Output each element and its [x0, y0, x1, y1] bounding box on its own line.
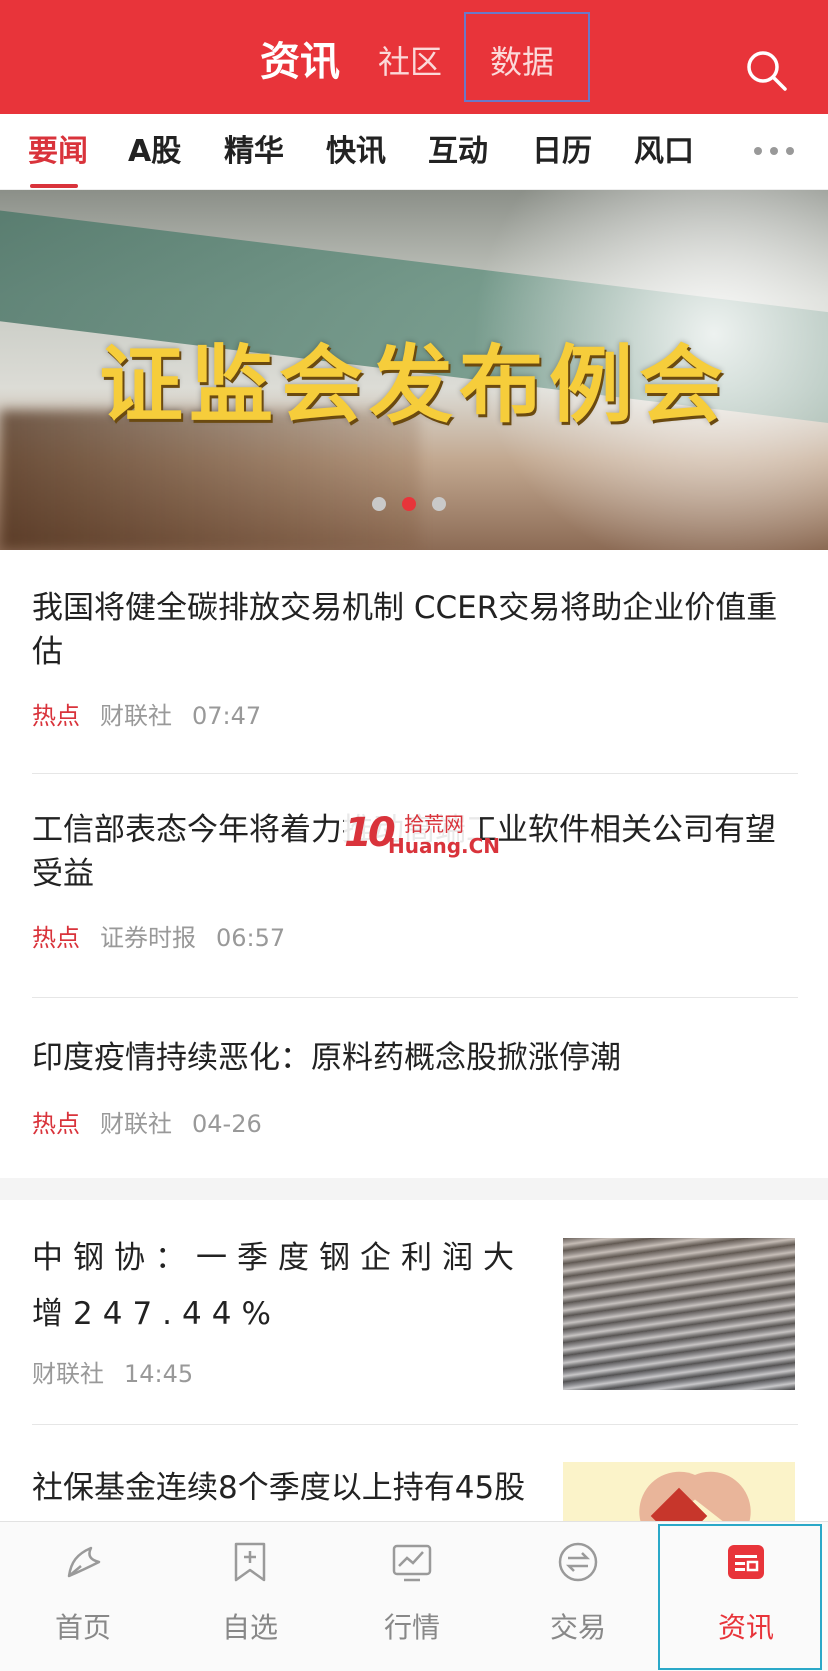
carousel-indicators: [372, 496, 462, 512]
category-tabs: 要闻 A股 精华 快讯 互动 日历 风口: [0, 114, 828, 190]
divider: [32, 997, 798, 998]
watermark-logo: 10 拾荒网 Huang.CN: [344, 808, 500, 860]
nav-trade[interactable]: 交易: [508, 1522, 648, 1671]
news-item-with-image[interactable]: 中钢协：一季度钢企利润大增247.44% 财联社 14:45: [32, 1230, 532, 1388]
nav-label: 自选: [221, 1611, 278, 1644]
category-tab-a-shares[interactable]: A股: [128, 114, 181, 190]
chart-icon: [392, 1544, 432, 1582]
hot-tag: 热点: [32, 924, 80, 952]
category-tab-featured[interactable]: 精华: [224, 114, 284, 190]
nav-home[interactable]: 首页: [13, 1522, 153, 1671]
news-title: 我国将健全碳排放交易机制 CCER交易将助企业价值重估: [32, 590, 778, 670]
nav-news-highlight: [658, 1524, 822, 1670]
news-title: 中钢协：一季度钢企利润大增247.44%: [32, 1240, 524, 1332]
header-tabs: 资讯 社区 数据: [0, 0, 828, 114]
category-tab-calendar[interactable]: 日历: [532, 114, 592, 190]
news-time: 14:45: [124, 1360, 194, 1388]
thumbnail-tint: [563, 1238, 795, 1390]
news-item[interactable]: 我国将健全碳排放交易机制 CCER交易将助企业价值重估 热点 财联社 07:47: [32, 586, 798, 730]
news-meta: 热点 财联社 07:47: [32, 696, 261, 731]
news-meta: 热点 财联社 04-26: [32, 1104, 262, 1139]
carousel-dot[interactable]: [372, 497, 386, 511]
news-source: 财联社: [100, 702, 172, 730]
news-source: 财联社: [32, 1360, 104, 1388]
carousel-dot[interactable]: [432, 497, 446, 511]
exchange-icon: [558, 1542, 598, 1582]
bookmark-plus-icon: [234, 1542, 266, 1582]
news-title: 印度疫情持续恶化：原料药概念股掀涨停潮: [32, 1040, 621, 1076]
news-thumbnail-steel[interactable]: [563, 1238, 795, 1390]
nav-label: 交易: [549, 1611, 606, 1644]
top-header: 资讯 社区 数据: [0, 0, 828, 114]
news-meta: 财联社 14:45: [32, 1354, 193, 1389]
divider: [32, 1424, 798, 1425]
nav-market[interactable]: 行情: [342, 1522, 482, 1671]
hot-tag: 热点: [32, 702, 80, 730]
carousel-dot-active[interactable]: [402, 497, 416, 511]
news-meta: 热点 证券时报 06:57: [32, 918, 285, 953]
more-dots-icon[interactable]: [752, 144, 796, 158]
category-tab-flash[interactable]: 快讯: [326, 114, 386, 190]
category-tab-headlines[interactable]: 要闻: [28, 114, 88, 190]
hot-tag: 热点: [32, 1110, 80, 1138]
category-tab-interaction[interactable]: 互动: [428, 114, 488, 190]
nav-label: 行情: [383, 1611, 440, 1644]
banner-title: 证监会发布例会: [98, 336, 729, 434]
news-source: 财联社: [100, 1110, 172, 1138]
divider: [32, 773, 798, 774]
news-item[interactable]: 印度疫情持续恶化：原料药概念股掀涨停潮 热点 财联社 04-26: [32, 1036, 798, 1138]
watermark-logo-number: 10: [344, 810, 396, 856]
active-tab-indicator: [30, 184, 78, 188]
search-icon[interactable]: [744, 48, 790, 94]
tab-data-highlight: [464, 12, 590, 102]
home-icon: [67, 1546, 101, 1578]
watermark-cn: 拾荒网: [404, 812, 464, 836]
news-source: 证券时报: [100, 924, 196, 952]
tab-news[interactable]: 资讯: [260, 0, 340, 114]
banner-carousel[interactable]: 证监会发布例会: [0, 190, 828, 550]
category-tab-trends[interactable]: 风口: [634, 114, 694, 190]
watermark-en: Huang.CN: [388, 834, 501, 858]
nav-label: 首页: [54, 1611, 111, 1644]
section-gap: [0, 1178, 828, 1200]
news-time: 07:47: [192, 702, 262, 730]
news-time: 04-26: [192, 1110, 262, 1138]
news-thumbnail-house-hands[interactable]: [563, 1462, 795, 1522]
nav-watchlist[interactable]: 自选: [180, 1522, 320, 1671]
news-time: 06:57: [216, 924, 286, 952]
tab-community[interactable]: 社区: [378, 0, 442, 114]
